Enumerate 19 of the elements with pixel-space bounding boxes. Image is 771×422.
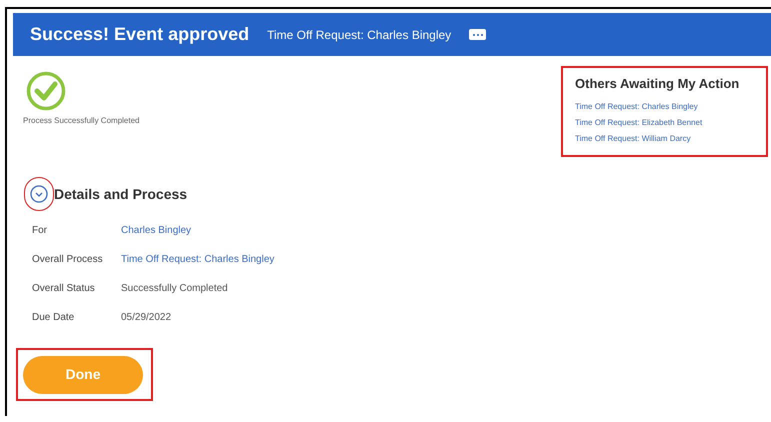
field-label: Due Date — [32, 311, 76, 325]
section-title: Others Awaiting My Action — [575, 75, 740, 93]
request-link[interactable]: Time Off Request: Charles Bingley — [575, 100, 754, 112]
field-link[interactable]: Time Off Request: Charles Bingley — [121, 252, 274, 267]
page-subtitle: Time Off Request: Charles Bingley — [267, 26, 452, 44]
more-icon[interactable] — [469, 29, 486, 40]
field-label: For — [32, 224, 48, 238]
field-label: Overall Process — [32, 253, 104, 267]
field-label: Overall Status — [32, 282, 96, 296]
request-link[interactable]: Time Off Request: Elizabeth Bennet — [575, 116, 754, 128]
page-title: Success! Event approved — [30, 23, 250, 46]
field-value: 05/29/2022 — [121, 311, 172, 325]
field-link[interactable]: Charles Bingley — [121, 223, 192, 238]
status-message: Process Successfully Completed — [23, 115, 140, 127]
field-value: Successfully Completed — [121, 282, 228, 296]
section-heading: Details and Process — [54, 184, 188, 204]
check-circle-icon — [26, 71, 66, 111]
chevron-circle-icon[interactable] — [30, 185, 48, 203]
request-link[interactable]: Time Off Request: William Darcy — [575, 132, 754, 144]
